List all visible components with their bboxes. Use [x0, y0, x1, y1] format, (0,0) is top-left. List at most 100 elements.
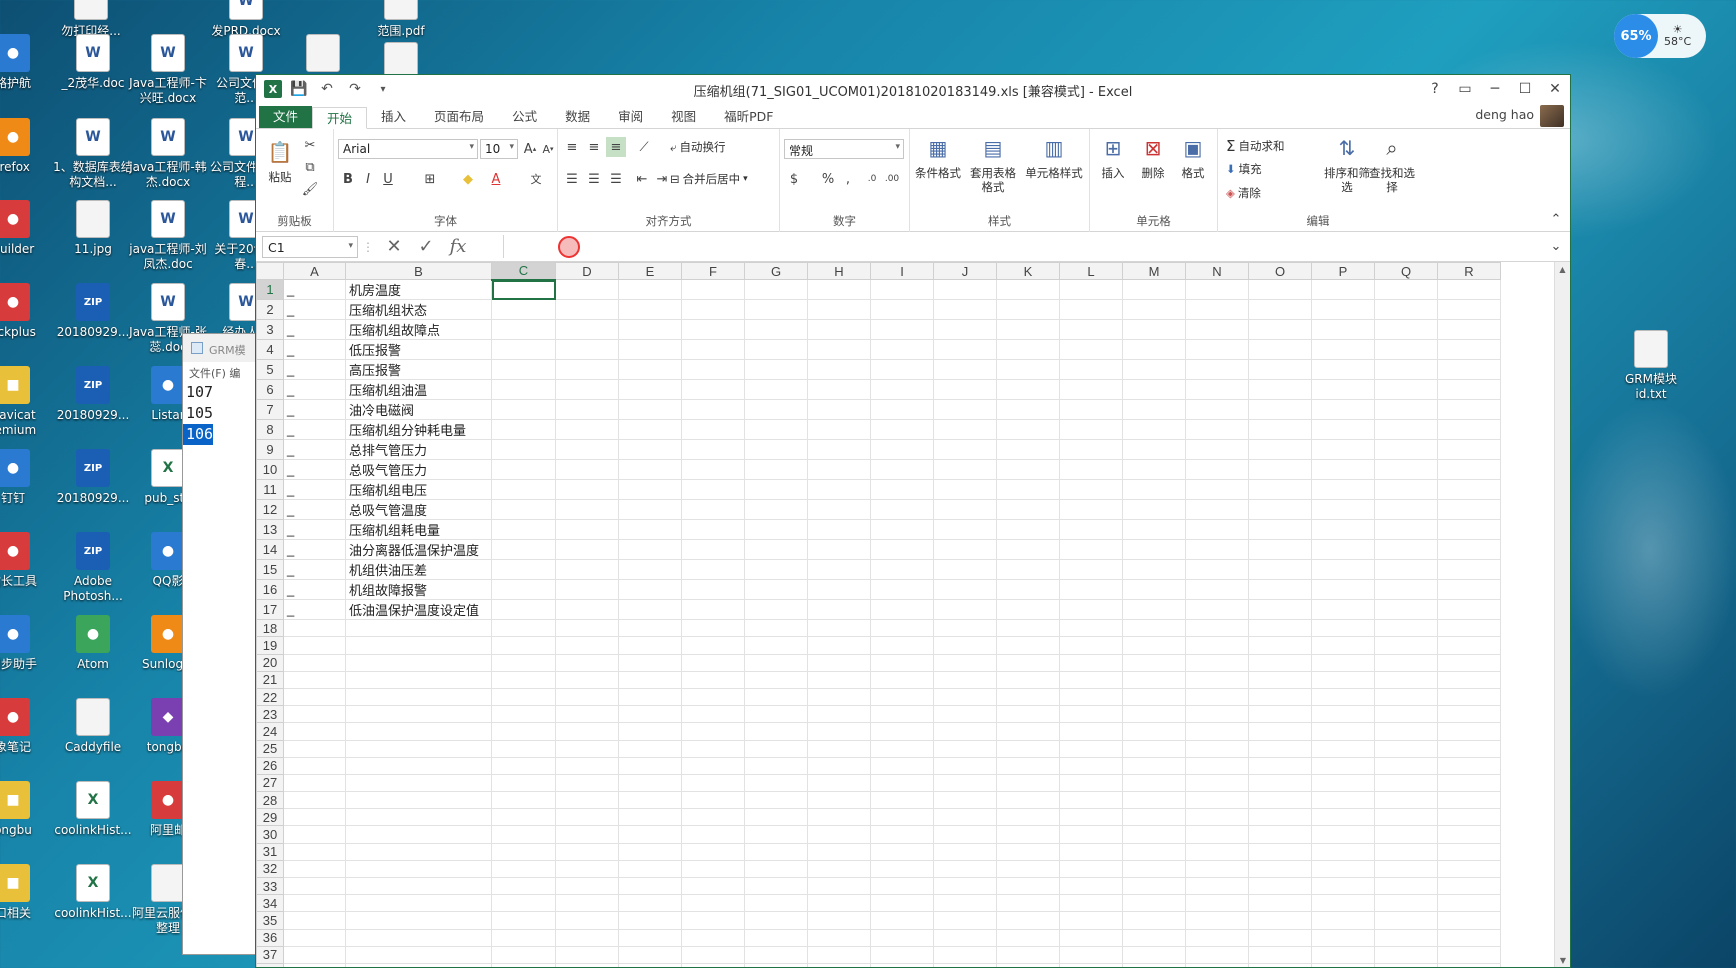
cell-Q24[interactable] [1374, 722, 1438, 741]
weather-widget[interactable]: 65% ☀ 58°C [1614, 14, 1706, 58]
cell-L33[interactable] [1059, 876, 1123, 896]
cell-I30[interactable] [870, 825, 934, 844]
cell-C22[interactable] [491, 687, 556, 707]
cell-L18[interactable] [1059, 619, 1123, 638]
cell-E14[interactable] [618, 539, 682, 561]
cell-D22[interactable] [555, 687, 619, 707]
cell-E8[interactable] [618, 419, 682, 441]
cell-J36[interactable] [933, 928, 997, 947]
cell-H4[interactable] [807, 339, 871, 361]
cell-F13[interactable] [681, 519, 745, 541]
cell-O4[interactable] [1248, 339, 1312, 361]
cell-Q32[interactable] [1374, 859, 1438, 879]
cell-N14[interactable] [1185, 539, 1249, 561]
cell-G16[interactable] [744, 579, 808, 601]
cell-I20[interactable] [870, 653, 934, 672]
cell-H3[interactable] [807, 319, 871, 341]
cell-F35[interactable] [681, 911, 745, 930]
cell-B23[interactable] [345, 705, 492, 724]
row-header[interactable]: 30 [256, 825, 284, 844]
desktop-icon[interactable]: ZIP 20180929... [52, 283, 134, 340]
cell-A5[interactable]: _ [283, 359, 346, 381]
cell-R34[interactable] [1437, 894, 1501, 913]
cell-E22[interactable] [618, 687, 682, 707]
cell-B26[interactable] [345, 756, 492, 775]
cell-Q37[interactable] [1374, 945, 1438, 964]
desktop-icon[interactable]: W Java工程师-卞兴旺.docx [127, 34, 209, 106]
underline-icon[interactable]: U [378, 169, 398, 189]
cell-G21[interactable] [744, 670, 808, 689]
row-header[interactable]: 3 [256, 319, 284, 341]
phonetic-icon[interactable]: 文 [526, 169, 546, 189]
cell-F33[interactable] [681, 876, 745, 896]
border-icon[interactable]: ⊞ [420, 169, 440, 189]
cell-E1[interactable] [618, 279, 682, 301]
cell-D38[interactable] [555, 962, 619, 967]
cell-C19[interactable] [491, 636, 556, 655]
cell-L29[interactable] [1059, 808, 1123, 827]
row-header[interactable]: 36 [256, 928, 284, 947]
cell-E29[interactable] [618, 808, 682, 827]
cell-O38[interactable] [1248, 962, 1312, 967]
cell-L8[interactable] [1059, 419, 1123, 441]
cell-B11[interactable]: 压缩机组电压 [345, 479, 492, 501]
cell-P16[interactable] [1311, 579, 1375, 601]
desktop-icon[interactable]: ● 钉钉 [0, 449, 54, 506]
cell-R29[interactable] [1437, 808, 1501, 827]
align-right-icon[interactable]: ☰ [606, 169, 626, 189]
cell-J32[interactable] [933, 859, 997, 879]
sheet-grid[interactable]: A B C D E F G H I J K L M N O P Q R 1 _ 机房温度 2 _ 压缩机组状态 3 _ 压缩机组故障… [256, 261, 1501, 967]
cell-F23[interactable] [681, 705, 745, 724]
cell-M26[interactable] [1122, 756, 1186, 775]
cell-G18[interactable] [744, 619, 808, 638]
cell-G12[interactable] [744, 499, 808, 521]
cell-P3[interactable] [1311, 319, 1375, 341]
cell-M2[interactable] [1122, 299, 1186, 321]
cell-D10[interactable] [555, 459, 619, 481]
cell-E25[interactable] [618, 739, 682, 758]
cell-L35[interactable] [1059, 911, 1123, 930]
cell-M17[interactable] [1122, 599, 1186, 621]
cell-J22[interactable] [933, 687, 997, 707]
cell-J19[interactable] [933, 636, 997, 655]
cell-A19[interactable] [283, 636, 346, 655]
name-box[interactable]: C1 ▾ [262, 235, 358, 258]
cell-I35[interactable] [870, 911, 934, 930]
cell-M4[interactable] [1122, 339, 1186, 361]
delete-cells-button[interactable]: ⊠ 删除 [1134, 133, 1172, 180]
cell-I4[interactable] [870, 339, 934, 361]
cell-D23[interactable] [555, 705, 619, 724]
cell-P9[interactable] [1311, 439, 1375, 461]
cell-L22[interactable] [1059, 687, 1123, 707]
cell-Q7[interactable] [1374, 399, 1438, 421]
cell-H7[interactable] [807, 399, 871, 421]
cell-M23[interactable] [1122, 705, 1186, 724]
cell-D34[interactable] [555, 894, 619, 913]
cell-C5[interactable] [491, 359, 556, 381]
cell-R35[interactable] [1437, 911, 1501, 930]
cell-P19[interactable] [1311, 636, 1375, 655]
cell-N38[interactable] [1185, 962, 1249, 967]
cell-A10[interactable]: _ [283, 459, 346, 481]
cell-M5[interactable] [1122, 359, 1186, 381]
cell-L5[interactable] [1059, 359, 1123, 381]
cell-P29[interactable] [1311, 808, 1375, 827]
cell-J21[interactable] [933, 670, 997, 689]
cell-N34[interactable] [1185, 894, 1249, 913]
cell-B2[interactable]: 压缩机组状态 [345, 299, 492, 321]
fill-button[interactable]: ⬇ 填充 [1226, 161, 1262, 177]
cell-E7[interactable] [618, 399, 682, 421]
desktop-icon[interactable]: GRM模块id.txt [1610, 330, 1692, 402]
cell-A20[interactable] [283, 653, 346, 672]
cell-M3[interactable] [1122, 319, 1186, 341]
cell-N36[interactable] [1185, 928, 1249, 947]
cell-A2[interactable]: _ [283, 299, 346, 321]
cell-C30[interactable] [491, 825, 556, 844]
row-header[interactable]: 8 [256, 419, 284, 441]
tab-7[interactable]: 审阅 [604, 106, 657, 128]
cell-B17[interactable]: 低油温保护温度设定值 [345, 599, 492, 621]
cell-Q17[interactable] [1374, 599, 1438, 621]
cell-M20[interactable] [1122, 653, 1186, 672]
cell-E26[interactable] [618, 756, 682, 775]
cell-D13[interactable] [555, 519, 619, 541]
